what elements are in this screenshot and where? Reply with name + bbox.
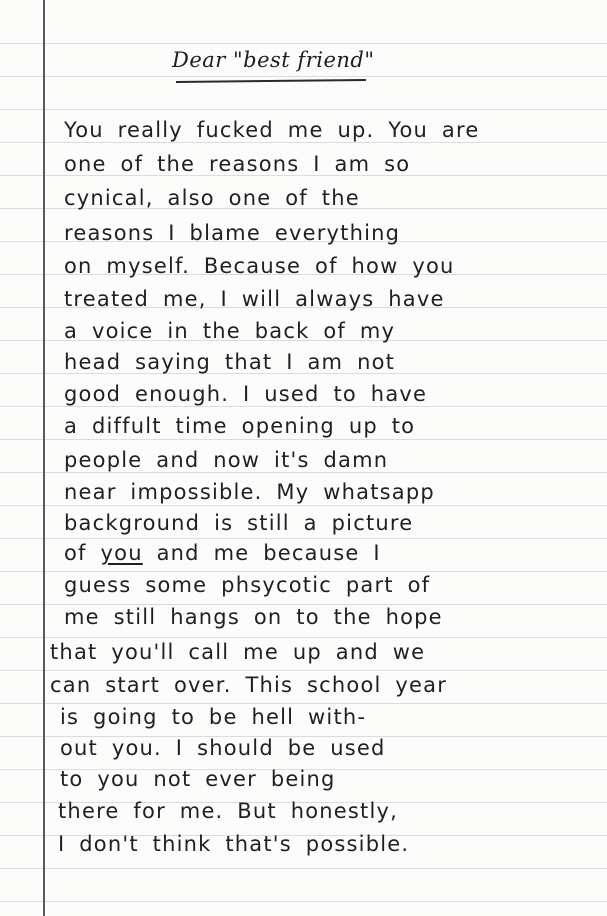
letter-line: there for me. But honestly, [58,799,399,823]
letter-line: good enough. I used to have [64,382,428,406]
letter-body: You really fucked me up. You are one of … [0,0,607,916]
letter-line: out you. I should be used [60,736,386,760]
letter-line: is going to be hell with- [60,705,367,729]
letter-line: cynical, also one of the [64,186,360,210]
letter-line: reasons I blame everything [64,221,401,245]
letter-line: that you'll call me up and we [50,640,426,664]
notebook-page: Dear "best friend" You really fucked me … [0,0,607,916]
letter-line: head saying that I am not [64,350,396,374]
letter-line: near impossible. My whatsapp [64,480,435,504]
letter-line: You really fucked me up. You are [64,118,480,142]
letter-line: a diffult time opening up to [64,414,416,438]
letter-line: me still hangs on to the hope [64,605,443,629]
letter-line: background is still a picture [64,511,414,535]
letter-line: treated me, I will always have [64,287,445,311]
letter-line: one of the reasons I am so [64,152,411,176]
letter-line: to you not ever being [60,767,336,791]
letter-line: guess some phsycotic part of [64,573,431,597]
letter-line: of you and me because I [64,541,381,565]
letter-line: can start over. This school year [50,673,448,697]
letter-text-segment: and me because I [142,541,381,565]
letter-line: on myself. Because of how you [64,254,455,278]
underlined-word: you [100,541,143,565]
letter-line: people and now it's damn [64,448,389,472]
letter-line: I don't think that's possible. [58,832,410,856]
letter-line: a voice in the back of my [64,319,396,343]
letter-text-segment: of [64,541,101,565]
